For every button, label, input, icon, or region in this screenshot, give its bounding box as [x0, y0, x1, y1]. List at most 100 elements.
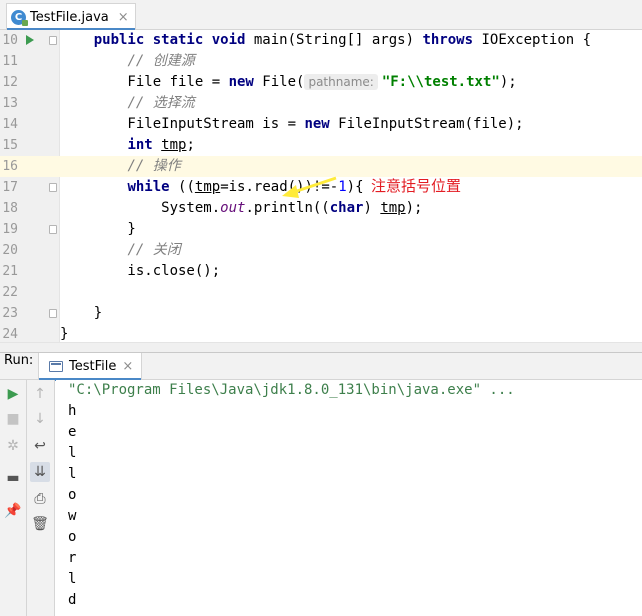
code-token: ;: [186, 137, 195, 153]
code-token: );: [499, 74, 517, 90]
fold-marker-icon[interactable]: [49, 309, 57, 318]
code-token: "F:\\test.txt": [381, 74, 500, 90]
code-token: // 选择流: [127, 95, 195, 111]
code-token: FileInputStream is =: [60, 116, 305, 132]
layout-icon[interactable]: ▬: [3, 468, 23, 488]
code-line[interactable]: 18 System.out.println((char) tmp);: [0, 198, 642, 219]
code-token: }: [60, 305, 103, 321]
code-text: File file = new File(pathname: "F:\\test.…: [60, 72, 517, 93]
code-token: // 操作: [127, 158, 181, 174]
line-number: 22: [2, 285, 18, 300]
code-token: IOException {: [473, 32, 592, 48]
settings-icon[interactable]: ✲: [3, 436, 23, 456]
code-line[interactable]: 14 FileInputStream is = new FileInputStr…: [0, 114, 642, 135]
code-line[interactable]: 22: [0, 282, 642, 303]
rerun-icon[interactable]: ▶: [3, 384, 23, 404]
code-line[interactable]: 15 int tmp;: [0, 135, 642, 156]
code-token: File file =: [60, 74, 229, 90]
code-line[interactable]: 13 // 选择流: [0, 93, 642, 114]
fold-marker-icon[interactable]: [49, 225, 57, 234]
code-line[interactable]: 16 // 操作: [0, 156, 642, 177]
code-token: public static void: [93, 32, 246, 48]
editor-tab-label: TestFile.java: [30, 9, 109, 25]
code-line[interactable]: 12 File file = new File(pathname: "F:\\te…: [0, 72, 642, 93]
code-text: // 关闭: [60, 240, 181, 261]
fold-marker-icon[interactable]: [49, 183, 57, 192]
code-text: is.close();: [60, 261, 220, 282]
console-output-line: h: [68, 403, 77, 419]
close-icon[interactable]: ×: [122, 359, 133, 374]
scroll-to-end-icon[interactable]: ⇊: [30, 462, 50, 482]
code-token: main(String[] args): [245, 32, 423, 48]
annotation-arrow: [282, 176, 337, 198]
code-token: // 关闭: [127, 242, 181, 258]
code-token: );: [405, 200, 423, 216]
code-token: // 创建源: [127, 53, 195, 69]
code-token: while: [127, 179, 170, 195]
run-tool-window-header: Run: TestFile ×: [0, 352, 642, 381]
code-line[interactable]: 23 }: [0, 303, 642, 324]
clear-icon[interactable]: 🗑: [30, 514, 50, 534]
console-output-line: r: [68, 550, 77, 566]
code-text: // 操作: [60, 156, 181, 177]
code-token: tmp: [161, 137, 187, 153]
line-number: 10: [2, 33, 18, 48]
line-number: 12: [2, 75, 18, 90]
soft-wrap-icon[interactable]: ↩: [30, 436, 50, 456]
line-number: 19: [2, 222, 18, 237]
code-token: ){: [346, 179, 364, 195]
code-token: new: [228, 74, 254, 90]
code-token: is.close();: [60, 263, 221, 279]
code-text: public static void main(String[] args) t…: [60, 30, 591, 51]
print-icon[interactable]: ⎙: [30, 489, 50, 509]
stop-icon[interactable]: ■: [3, 409, 23, 429]
code-text: }: [60, 303, 102, 324]
code-text: FileInputStream is = new FileInputStream…: [60, 114, 523, 135]
console-output-line: l: [68, 445, 77, 461]
line-number: 17: [2, 180, 18, 195]
code-token: char: [329, 200, 364, 216]
console-output-line: w: [68, 508, 77, 524]
annotation-note: 注意括号位置: [371, 177, 462, 195]
scroll-down-icon[interactable]: ↓: [30, 409, 50, 429]
line-number: 16: [2, 159, 18, 174]
code-line[interactable]: 21 is.close();: [0, 261, 642, 282]
code-token: }: [60, 326, 69, 342]
console-icon: [49, 361, 63, 372]
line-number: 23: [2, 306, 18, 321]
run-tab-testfile[interactable]: TestFile ×: [38, 353, 143, 381]
java-class-icon: C: [11, 9, 28, 26]
line-number: 13: [2, 96, 18, 111]
run-toolbar-left: ▶ ■ ✲ ▬ 📌: [0, 380, 27, 616]
scroll-up-icon[interactable]: ↑: [30, 384, 50, 404]
console-output-line: d: [68, 592, 77, 608]
code-line[interactable]: 20 // 关闭: [0, 240, 642, 261]
editor-tab-bar: C TestFile.java ×: [0, 0, 642, 31]
code-token: new: [304, 116, 330, 132]
console-output[interactable]: "C:\Program Files\Java\jdk1.8.0_131\bin\…: [56, 380, 642, 616]
code-line[interactable]: 10 public static void main(String[] args…: [0, 30, 642, 51]
editor-tab-testfile[interactable]: C TestFile.java ×: [6, 3, 136, 31]
code-text: // 选择流: [60, 93, 195, 114]
line-number: 21: [2, 264, 18, 279]
run-tab-label: TestFile: [69, 359, 117, 374]
run-gutter-icon[interactable]: [26, 35, 34, 45]
run-toolbar-right: ↑ ↓ ↩ ⇊ ⎙ 🗑: [27, 380, 55, 616]
code-line[interactable]: 11 // 创建源: [0, 51, 642, 72]
pin-icon[interactable]: 📌: [3, 501, 23, 521]
code-text: }: [60, 219, 136, 240]
close-icon[interactable]: ×: [118, 10, 129, 25]
code-token: out: [220, 200, 246, 216]
console-output-line: l: [68, 571, 77, 587]
code-line[interactable]: 19 }: [0, 219, 642, 240]
fold-marker-icon[interactable]: [49, 36, 57, 45]
code-token: }: [60, 221, 136, 237]
code-editor[interactable]: 10 public static void main(String[] args…: [0, 30, 642, 352]
editor-bottom-strip: [0, 342, 642, 352]
